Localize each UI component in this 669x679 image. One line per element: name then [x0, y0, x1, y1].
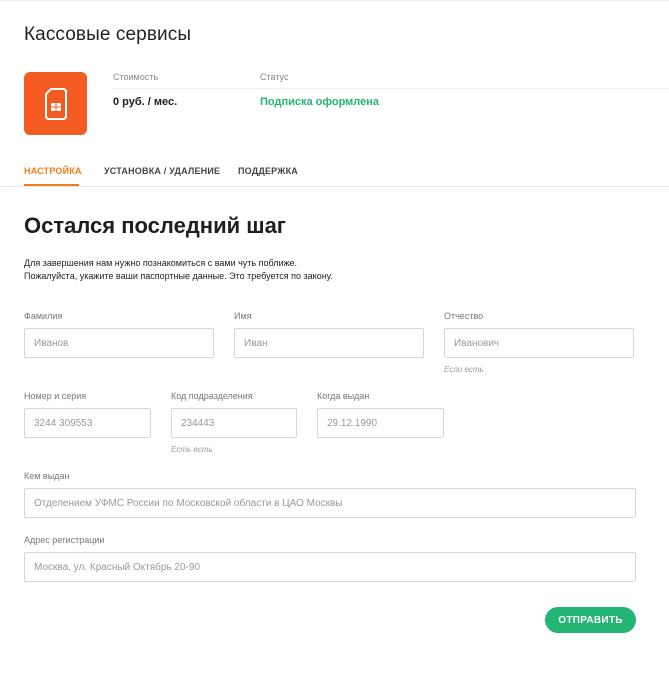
form-heading: Остался последний шаг	[24, 213, 286, 238]
tab-install-remove[interactable]: УСТАНОВКА / УДАЛЕНИЕ	[104, 166, 220, 176]
middle-name-input[interactable]	[444, 328, 634, 358]
price-label: Стоимость	[113, 72, 159, 82]
last-name-label: Фамилия	[24, 311, 63, 321]
last-name-input[interactable]	[24, 328, 214, 358]
tab-support[interactable]: ПОДДЕРЖКА	[238, 166, 298, 176]
first-name-label: Имя	[234, 311, 252, 321]
meta-divider	[113, 88, 669, 89]
price-value: 0 руб. / мес.	[113, 96, 178, 108]
passport-number-label: Номер и серия	[24, 391, 87, 401]
submit-button[interactable]: ОТПРАВИТЬ	[545, 607, 636, 633]
division-code-input[interactable]	[171, 408, 297, 438]
sim-card-icon	[44, 87, 67, 120]
intro-line-2: Пожалуйста, укажите ваши паспортные данн…	[24, 271, 333, 281]
middle-name-hint: Если есть	[444, 365, 484, 374]
issue-date-label: Когда выдан	[317, 391, 370, 401]
issued-by-input[interactable]	[24, 488, 636, 518]
issued-by-label: Кем выдан	[24, 471, 70, 481]
status-label: Статус	[260, 72, 289, 82]
intro-line-1: Для завершения нам нужно познакомиться с…	[24, 258, 298, 268]
tab-settings[interactable]: НАСТРОЙКА	[24, 166, 82, 176]
middle-name-label: Отчество	[444, 311, 484, 321]
active-tab-indicator	[24, 184, 79, 186]
passport-number-input[interactable]	[24, 408, 151, 438]
form-intro: Для завершения нам нужно познакомиться с…	[24, 257, 333, 283]
issue-date-input[interactable]	[317, 408, 444, 438]
address-input[interactable]	[24, 552, 636, 582]
division-code-label: Код подразделения	[171, 391, 253, 401]
page-title: Кассовые сервисы	[24, 24, 192, 45]
status-value: Подписка оформлена	[260, 96, 380, 108]
tabs-divider	[0, 186, 669, 187]
address-label: Адрес регистрации	[24, 535, 105, 545]
app-icon	[24, 72, 87, 135]
first-name-input[interactable]	[234, 328, 424, 358]
division-code-hint: Есть есть	[171, 445, 213, 454]
top-divider	[0, 0, 669, 1]
